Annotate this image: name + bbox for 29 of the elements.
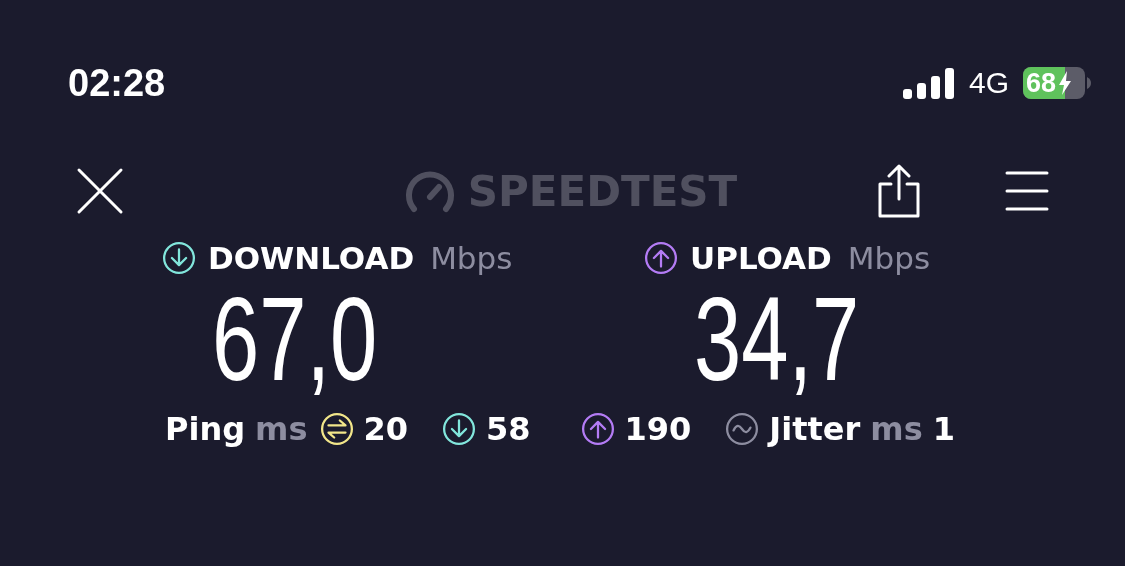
metric-value: 34,7 [694,278,860,402]
signal-icon [902,67,955,99]
metric-value: 67,0 [212,278,379,402]
jitter-value: 1 [932,409,955,448]
wave-circle-icon [725,411,760,446]
metric-label: UPLOAD [690,240,832,276]
latency-value: 58 [486,409,531,448]
swap-circle-icon [319,411,354,446]
latency-value: 190 [624,409,692,448]
battery-level: 68 [1025,67,1057,99]
share-button[interactable] [877,164,921,218]
network-type: 4G [968,66,1009,100]
arrow-up-circle-icon [580,411,615,446]
gauge-icon [403,169,456,213]
metric-label: DOWNLOAD [208,240,415,276]
ping-unit: ms [255,409,308,448]
metric-unit: Mbps [430,240,513,276]
ping-label: Ping [165,409,246,448]
arrow-down-circle-icon [442,411,477,446]
latency-value: 20 [363,409,409,448]
close-button[interactable] [76,167,124,215]
status-time: 02:28 [68,61,166,105]
menu-button[interactable] [1005,169,1049,213]
arrow-down-circle-icon [162,241,196,275]
jitter-unit: ms [870,409,923,448]
jitter-label: Jitter [769,409,861,448]
battery-tip-icon [1087,77,1091,89]
metric-unit: Mbps [847,240,931,276]
arrow-up-circle-icon [644,241,678,275]
